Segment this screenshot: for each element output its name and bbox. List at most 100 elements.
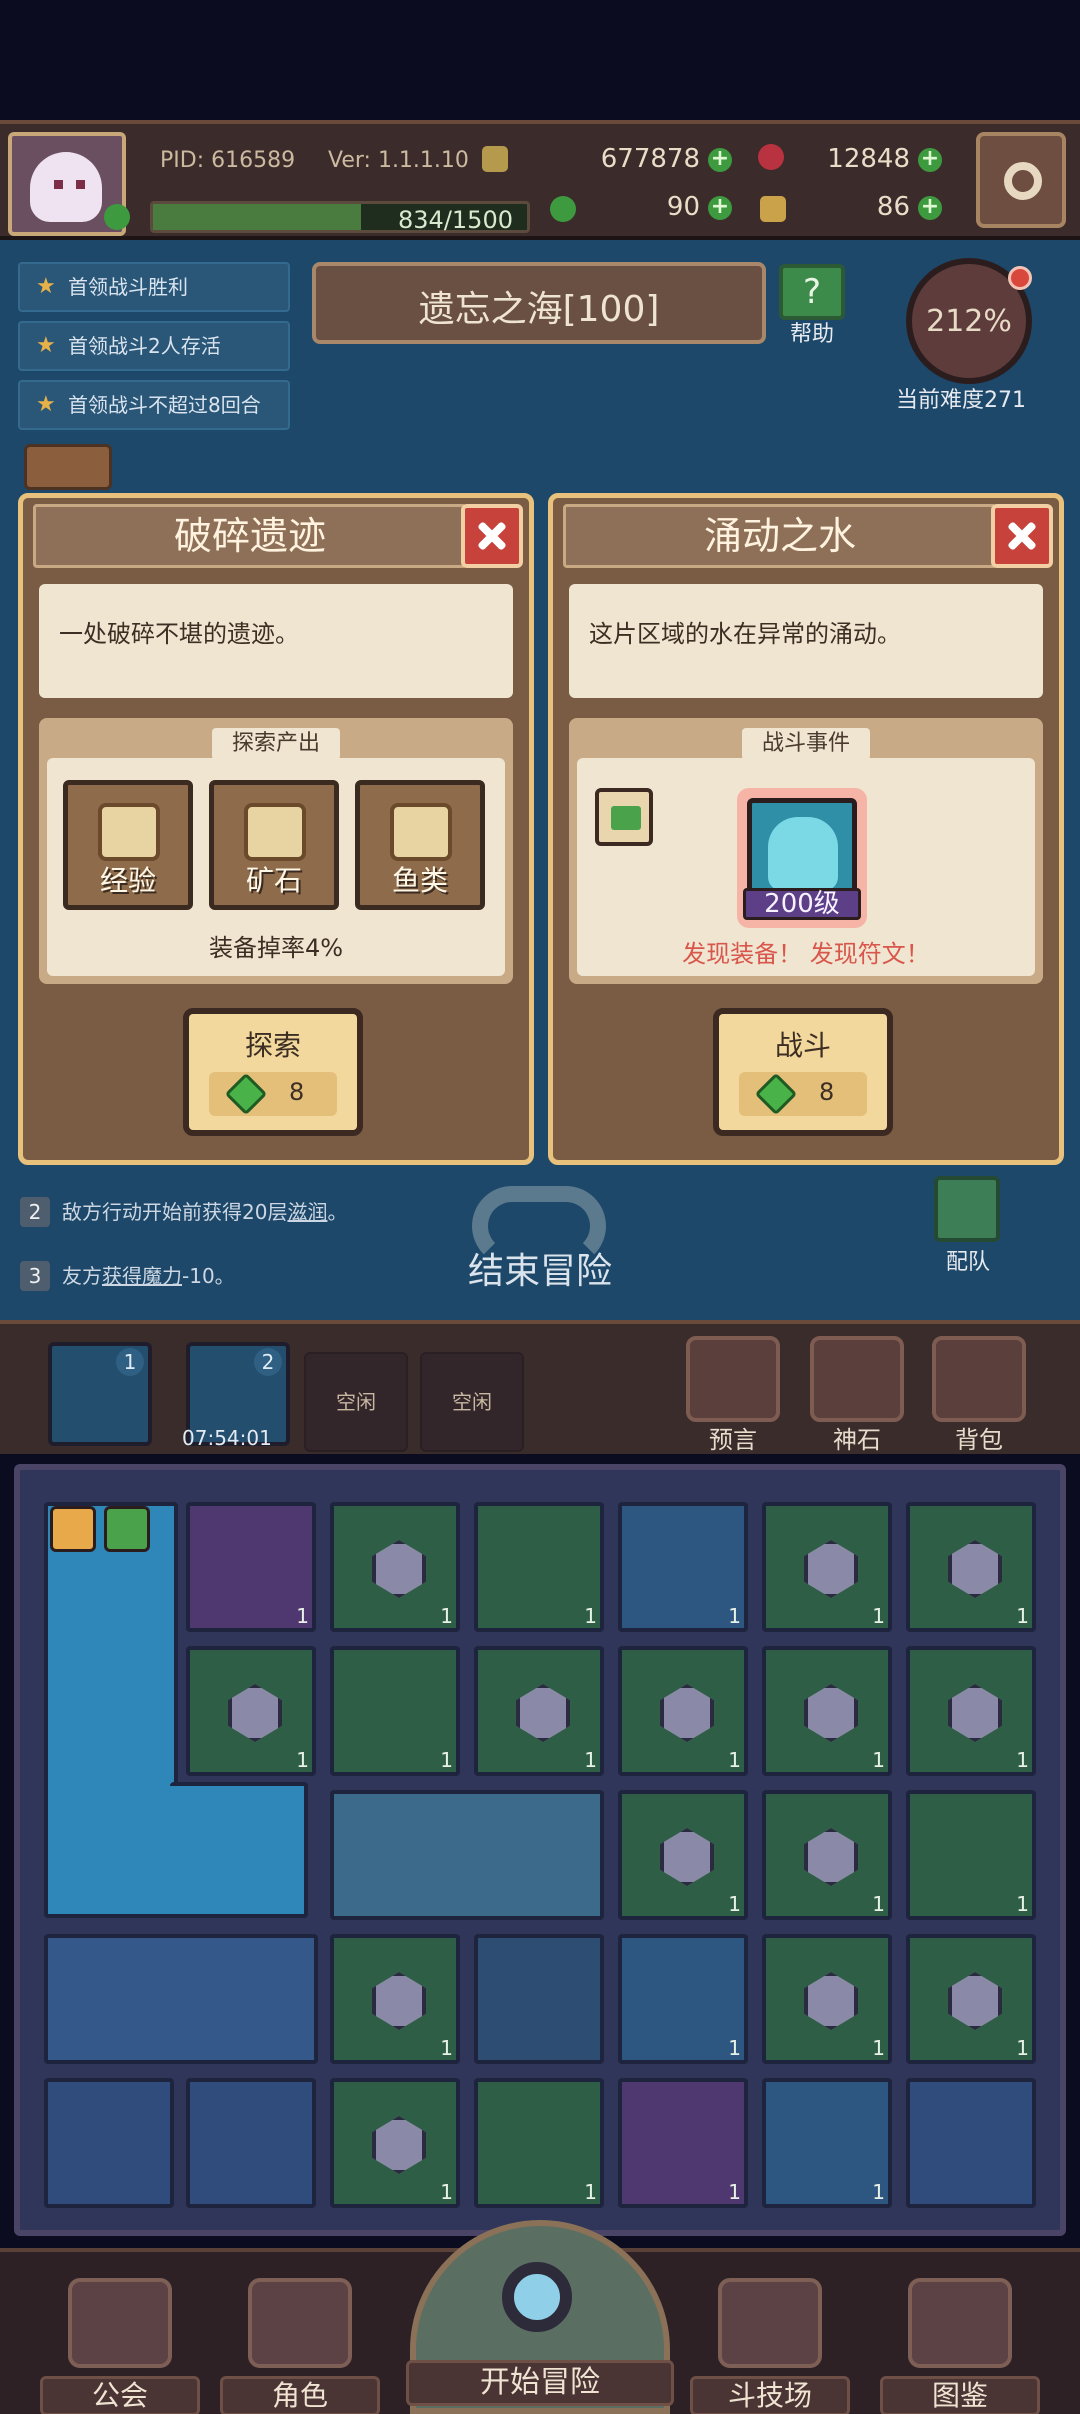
nav-character[interactable]: 角色 bbox=[220, 2278, 380, 2414]
gold-count: 677878 bbox=[600, 144, 700, 174]
stone-item[interactable]: 1 bbox=[906, 1934, 1036, 2064]
stone-item[interactable]: 1 bbox=[330, 1934, 460, 2064]
enemy-portrait[interactable]: 200级 bbox=[737, 788, 867, 928]
tool-label: 背包 bbox=[955, 1426, 1003, 1454]
cost-value: 8 bbox=[289, 1078, 305, 1106]
effect-keyword[interactable]: 获得魔力 bbox=[102, 1264, 182, 1288]
treasure-chest-item[interactable]: 1 bbox=[474, 2078, 604, 2208]
section-label: 探索产出 bbox=[212, 728, 340, 760]
stone-item[interactable]: 1 bbox=[762, 1790, 892, 1920]
output-ore[interactable]: 矿石 bbox=[209, 780, 339, 910]
stone-item[interactable]: 1 bbox=[906, 1646, 1036, 1776]
effect-line: 2 敌方行动开始前获得20层滋润。 bbox=[20, 1196, 347, 1227]
idle-slot[interactable]: 空闲 bbox=[304, 1352, 408, 1452]
notification-dot-icon bbox=[1008, 266, 1032, 290]
energy-bar: 834/1500 bbox=[150, 201, 530, 234]
battle-button[interactable]: 战斗 8 bbox=[713, 1008, 893, 1136]
output-fish[interactable]: 鱼类 bbox=[355, 780, 485, 910]
tool-label: 预言 bbox=[709, 1426, 757, 1454]
nav-codex[interactable]: 图鉴 bbox=[880, 2278, 1040, 2414]
fish-item[interactable]: 1 bbox=[618, 1502, 748, 1632]
ore-chunk-item[interactable]: 1 bbox=[906, 1790, 1036, 1920]
stone-item[interactable]: 1 bbox=[906, 1502, 1036, 1632]
pot-creature-item[interactable] bbox=[186, 2078, 316, 2208]
avatar-eye bbox=[54, 180, 63, 189]
inventory-grid: 1 1 1 1 1 1 1 1 1 1 1 1 1 1 1 1 1 1 1 1 … bbox=[14, 1464, 1066, 2236]
gear-icon bbox=[1004, 162, 1042, 200]
meat-item[interactable]: 1 bbox=[618, 2078, 748, 2208]
gem-count: 12848 bbox=[827, 144, 910, 174]
explore-label: 探索 bbox=[244, 1029, 301, 1062]
backpack-icon bbox=[932, 1336, 1026, 1422]
seabed-rock-item[interactable] bbox=[44, 1934, 318, 2064]
stone-icon bbox=[948, 1540, 1002, 1598]
output-label: 鱼类 bbox=[391, 864, 448, 897]
output-exp[interactable]: 经验 bbox=[63, 780, 193, 910]
drop-rate-text: 装备掉率4% bbox=[208, 934, 344, 962]
chest-item[interactable]: 1 bbox=[474, 1502, 604, 1632]
add-keys-button[interactable]: + bbox=[918, 196, 942, 220]
expedition-slot[interactable]: 1 bbox=[48, 1342, 152, 1446]
enemy-level: 200级 bbox=[743, 888, 861, 920]
item-qty: 1 bbox=[728, 1892, 741, 1916]
item-qty: 1 bbox=[872, 2180, 885, 2204]
prophecy-button[interactable]: 预言 bbox=[680, 1336, 786, 1454]
backpack-button[interactable]: 背包 bbox=[926, 1336, 1032, 1454]
battle-cost: 8 bbox=[739, 1072, 867, 1116]
end-adventure-button[interactable]: 结束冒险 bbox=[440, 1186, 640, 1296]
team-button[interactable]: 配队 bbox=[930, 1176, 1006, 1275]
explore-cost: 8 bbox=[209, 1072, 337, 1116]
stone-item[interactable]: 1 bbox=[330, 2078, 460, 2208]
stone-item[interactable]: 1 bbox=[762, 1502, 892, 1632]
help-button[interactable]: ? 帮助 bbox=[773, 264, 851, 350]
add-gems-button[interactable]: + bbox=[918, 148, 942, 172]
stone-icon bbox=[804, 1828, 858, 1886]
nav-arena[interactable]: 斗技场 bbox=[690, 2278, 850, 2414]
add-gold-button[interactable]: + bbox=[708, 148, 732, 172]
coral-rock-item[interactable] bbox=[330, 1790, 604, 1920]
stone-item[interactable]: 1 bbox=[186, 1646, 316, 1776]
star-badge-icon bbox=[50, 1506, 96, 1552]
book-icon bbox=[908, 2278, 1012, 2368]
stone-icon bbox=[948, 1972, 1002, 2030]
stone-item[interactable]: 1 bbox=[618, 1790, 748, 1920]
quest-objective: ★ 首领战斗不超过8回合 bbox=[18, 380, 290, 430]
key-count: 86 bbox=[876, 192, 910, 222]
close-button[interactable] bbox=[461, 504, 523, 568]
stone-item[interactable]: 1 bbox=[762, 1646, 892, 1776]
item-qty: 1 bbox=[1016, 1604, 1029, 1628]
stone-item[interactable]: 1 bbox=[330, 1502, 460, 1632]
boots-item[interactable]: 1 bbox=[186, 1502, 316, 1632]
effect-keyword[interactable]: 滋润 bbox=[287, 1200, 327, 1224]
idle-slot[interactable]: 空闲 bbox=[420, 1352, 524, 1452]
nav-guild[interactable]: 公会 bbox=[40, 2278, 200, 2414]
anemone-item[interactable] bbox=[44, 2078, 174, 2208]
stone-item[interactable]: 1 bbox=[618, 1646, 748, 1776]
green-gem-icon bbox=[754, 1072, 798, 1116]
shield-item[interactable]: 1 bbox=[618, 1934, 748, 2064]
expedition-timer: 07:54:01 bbox=[182, 1426, 272, 1450]
anemone-item[interactable] bbox=[906, 2078, 1036, 2208]
team-label: 配队 bbox=[945, 1250, 990, 1275]
fish-item[interactable]: 1 bbox=[762, 2078, 892, 2208]
item-qty: 1 bbox=[872, 1892, 885, 1916]
ore-chunk-item[interactable]: 1 bbox=[330, 1646, 460, 1776]
settings-button[interactable] bbox=[976, 132, 1066, 228]
nav-label: 角色 bbox=[220, 2376, 380, 2414]
card-title: 破碎遗迹 bbox=[33, 504, 467, 568]
tower-relic-item[interactable] bbox=[44, 1502, 178, 1918]
treasure-chest-icon[interactable] bbox=[24, 444, 112, 490]
explore-button[interactable]: 探索 8 bbox=[183, 1008, 363, 1136]
end-adventure-label: 结束冒险 bbox=[467, 1251, 612, 1292]
add-clover-button[interactable]: + bbox=[708, 196, 732, 220]
stone-item[interactable]: 1 bbox=[762, 1934, 892, 2064]
item-qty: 1 bbox=[872, 1604, 885, 1628]
seaweed-item[interactable] bbox=[474, 1934, 604, 2064]
item-qty: 1 bbox=[872, 2036, 885, 2060]
tower-relic-item-part[interactable] bbox=[170, 1782, 308, 1918]
close-button[interactable] bbox=[991, 504, 1053, 568]
slot-number: 1 bbox=[116, 1348, 144, 1376]
godstone-button[interactable]: 神石 bbox=[804, 1336, 910, 1454]
stone-item[interactable]: 1 bbox=[474, 1646, 604, 1776]
clover-icon bbox=[550, 196, 576, 222]
